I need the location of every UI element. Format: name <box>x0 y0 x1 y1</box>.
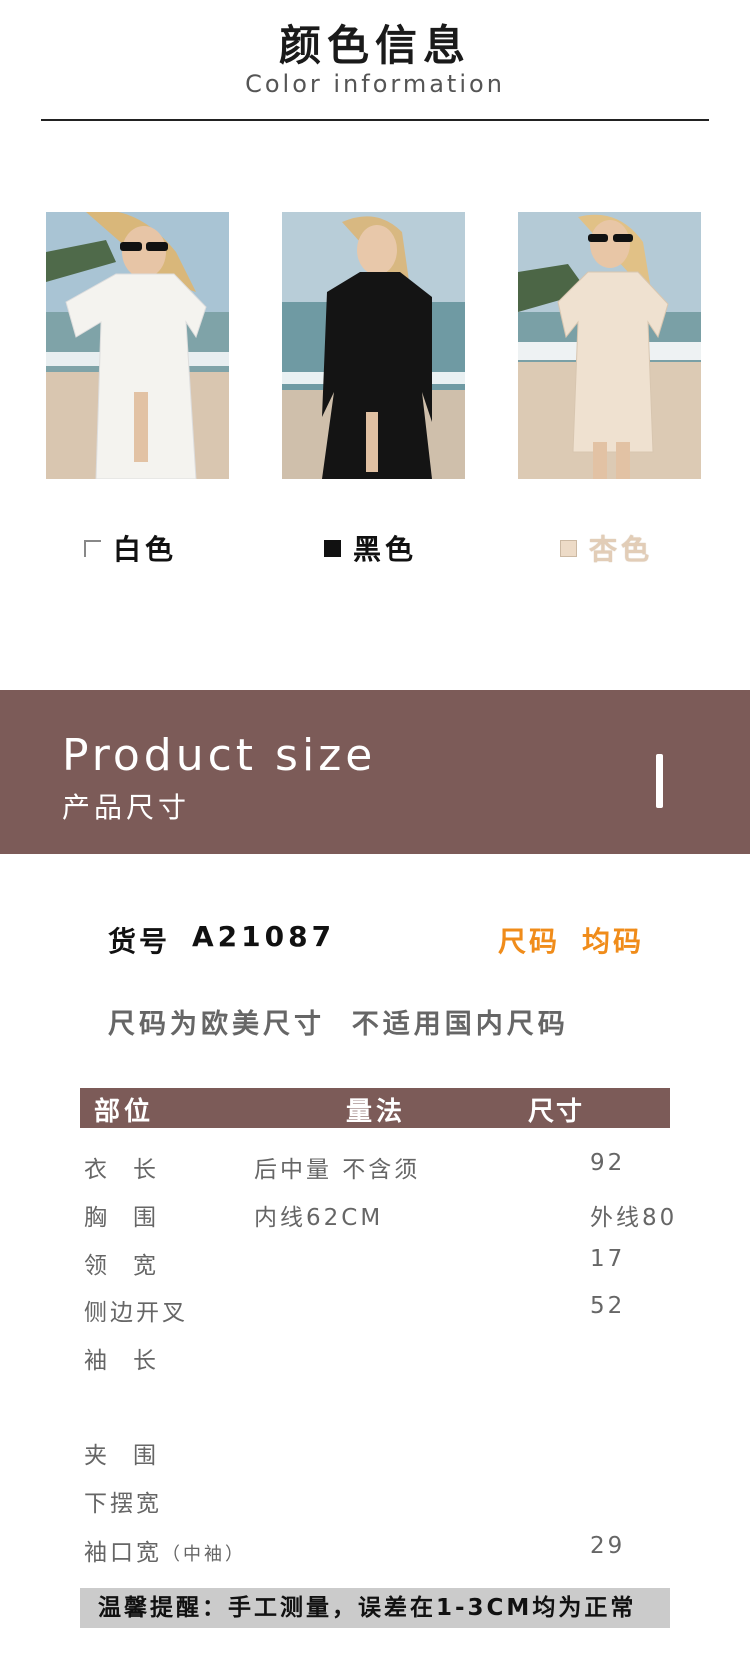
row-part: 下摆宽 <box>84 1491 162 1517</box>
table-row: 袖长 <box>0 1341 750 1381</box>
header-method: 量法 <box>346 1097 407 1127</box>
apricot-dress-illustration <box>518 212 701 479</box>
table-row: 夹围 <box>0 1436 750 1476</box>
size-table-header: 部位 量法 尺寸（CM） <box>80 1088 670 1159</box>
row-part: 袖口宽 <box>84 1540 162 1566</box>
size-value: 均码 <box>582 925 645 958</box>
header-part: 部位 <box>94 1097 155 1127</box>
color-option-apricot[interactable]: 杏色 <box>560 528 653 568</box>
table-row: 下摆宽 <box>0 1484 750 1524</box>
row-part: 夹围 <box>84 1443 182 1469</box>
table-row: 衣长 后中量 不含须 92 <box>0 1150 750 1190</box>
title-divider <box>41 119 709 121</box>
color-name-black: 黑色 <box>353 533 418 566</box>
header-size-label: 尺寸 <box>528 1097 585 1127</box>
row-part: 袖长 <box>84 1348 182 1374</box>
black-dress-illustration <box>282 212 465 479</box>
measurement-tip: 温馨提醒：手工测量，误差在1-3CM均为正常 <box>80 1588 670 1628</box>
row-size: 外线80 <box>590 1205 678 1231</box>
apricot-swatch-icon <box>560 539 577 557</box>
color-section-header: 颜色信息 Color information <box>0 0 750 125</box>
row-size: 52 <box>590 1293 626 1319</box>
table-row: 袖口宽（中袖） 29 <box>0 1533 750 1573</box>
color-title-en: Color information <box>245 70 505 98</box>
row-size: 17 <box>590 1246 626 1272</box>
sku-label: 货号 <box>108 925 171 958</box>
table-row: 侧边开叉 52 <box>0 1293 750 1333</box>
black-swatch-icon <box>324 539 341 557</box>
size-label: 尺码 <box>498 925 561 958</box>
table-row: 领宽 17 <box>0 1246 750 1286</box>
white-dress-photo[interactable] <box>46 212 229 479</box>
row-size: 29 <box>590 1533 626 1559</box>
color-name-apricot: 杏色 <box>589 533 654 566</box>
color-option-white[interactable]: 白色 <box>84 528 177 568</box>
black-dress-photo[interactable] <box>282 212 465 479</box>
row-part: 领宽 <box>84 1253 182 1279</box>
row-part-note: （中袖） <box>162 1544 246 1565</box>
color-option-black[interactable]: 黑色 <box>324 528 417 568</box>
sku-value: A21087 <box>192 920 336 953</box>
row-size: 92 <box>590 1150 626 1176</box>
row-part: 胸围 <box>84 1205 182 1231</box>
row-part: 侧边开叉 <box>84 1300 188 1326</box>
row-method: 内线62CM <box>254 1205 384 1231</box>
row-part: 衣长 <box>84 1157 182 1183</box>
apricot-dress-photo[interactable] <box>518 212 701 479</box>
product-size-banner: Product size 产品尺寸 <box>0 690 750 854</box>
white-swatch-icon <box>84 539 101 557</box>
row-part-group: 袖口宽（中袖） <box>84 1533 246 1567</box>
table-row: 胸围 内线62CM 外线80 <box>0 1198 750 1238</box>
banner-accent-bar <box>656 754 663 808</box>
banner-title-en: Product size <box>62 730 377 781</box>
color-name-white: 白色 <box>113 533 178 566</box>
white-dress-illustration <box>46 212 229 479</box>
banner-title-cn: 产品尺寸 <box>62 791 191 824</box>
row-method: 后中量 不含须 <box>254 1157 421 1183</box>
color-title-cn: 颜色信息 <box>278 21 471 70</box>
size-standard-notice: 尺码为欧美尺寸 不适用国内尺码 <box>108 1009 569 1040</box>
